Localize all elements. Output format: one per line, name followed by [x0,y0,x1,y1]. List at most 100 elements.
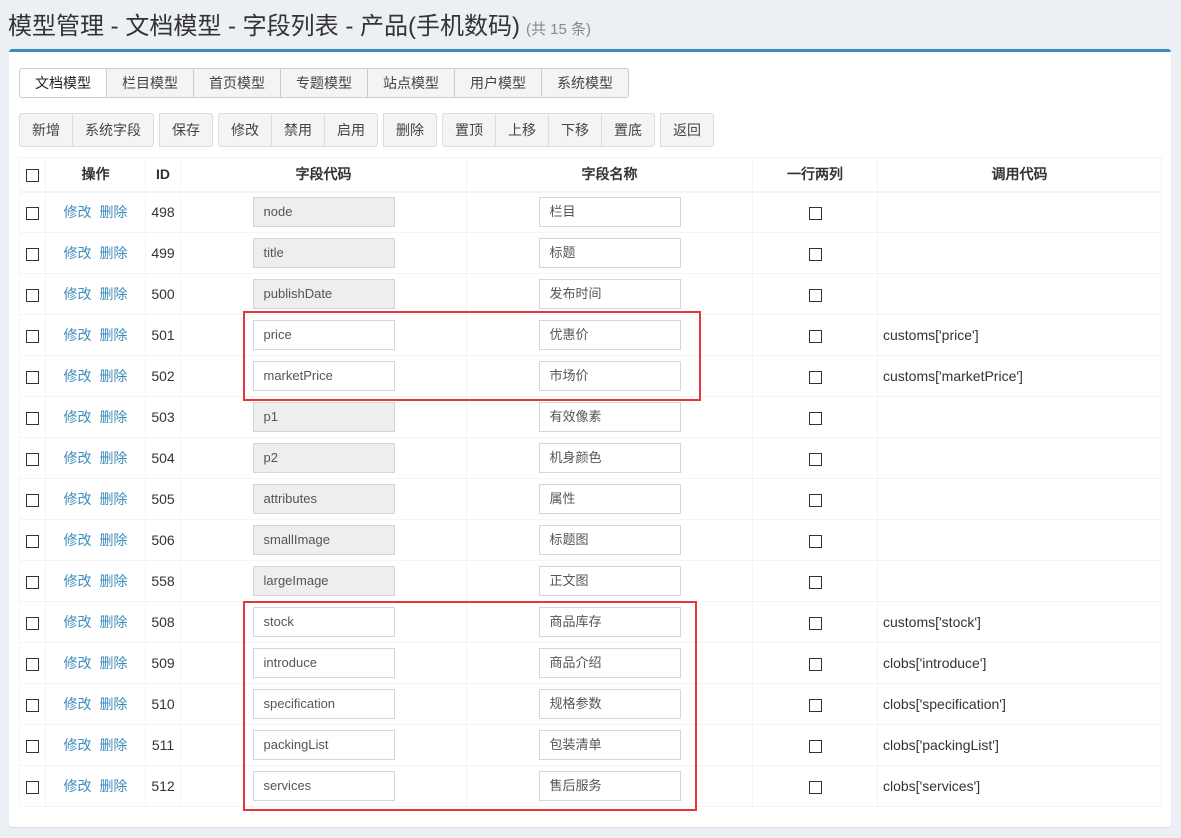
double-column-checkbox[interactable] [808,452,822,466]
field-name-input[interactable]: 属性 [538,484,681,514]
field-name-input[interactable]: 优惠价 [538,320,681,350]
delete-link[interactable]: 删除 [99,573,127,589]
field-code-input[interactable]: packingList [252,730,395,760]
edit-link[interactable]: 修改 [64,655,92,671]
row-checkbox[interactable] [26,207,39,221]
tab-0[interactable]: 文档模型 [19,68,107,98]
delete-link[interactable]: 删除 [99,532,127,548]
double-column-checkbox[interactable] [808,411,822,425]
tab-6[interactable]: 系统模型 [541,68,629,98]
field-code-input[interactable]: introduce [252,648,395,678]
delete-link[interactable]: 删除 [99,737,127,753]
field-name-input[interactable]: 包装清单 [538,730,681,760]
delete-link[interactable]: 删除 [99,409,127,425]
select-all-checkbox[interactable] [26,169,39,183]
edit-link[interactable]: 修改 [64,573,92,589]
field-name-input[interactable]: 发布时间 [538,279,681,309]
double-column-checkbox[interactable] [808,534,822,548]
row-checkbox[interactable] [26,534,39,548]
row-checkbox[interactable] [26,370,39,384]
tab-3[interactable]: 专题模型 [280,68,368,98]
double-column-checkbox[interactable] [808,329,822,343]
edit-link[interactable]: 修改 [64,491,92,507]
edit-link[interactable]: 修改 [64,368,92,384]
delete-link[interactable]: 删除 [99,204,127,220]
disable-button[interactable]: 禁用 [271,113,325,147]
move-down-button[interactable]: 下移 [548,113,602,147]
field-name-input[interactable]: 栏目 [538,197,681,228]
field-name-input[interactable]: 有效像素 [538,402,681,432]
field-name-input[interactable]: 售后服务 [538,771,681,801]
row-checkbox[interactable] [26,493,39,507]
row-checkbox[interactable] [26,698,39,712]
move-top-button[interactable]: 置顶 [442,113,496,147]
field-code-input[interactable]: services [252,771,395,801]
back-button[interactable]: 返回 [660,113,714,147]
edit-link[interactable]: 修改 [64,204,92,220]
edit-link[interactable]: 修改 [64,737,92,753]
row-checkbox[interactable] [26,288,39,302]
delete-link[interactable]: 删除 [99,368,127,384]
row-checkbox[interactable] [26,657,39,671]
delete-link[interactable]: 删除 [99,450,127,466]
row-checkbox[interactable] [26,452,39,466]
edit-link[interactable]: 修改 [64,450,92,466]
delete-link[interactable]: 删除 [99,655,127,671]
tab-1[interactable]: 栏目模型 [106,68,194,98]
edit-button[interactable]: 修改 [218,113,272,147]
edit-link[interactable]: 修改 [64,245,92,261]
row-checkbox[interactable] [26,411,39,425]
edit-link[interactable]: 修改 [64,532,92,548]
double-column-checkbox[interactable] [808,780,822,794]
field-name-input[interactable]: 规格参数 [538,689,681,719]
field-name-input[interactable]: 商品介绍 [538,648,681,678]
row-checkbox[interactable] [26,247,39,261]
double-column-checkbox[interactable] [808,207,822,221]
double-column-checkbox[interactable] [808,575,822,589]
edit-link[interactable]: 修改 [64,696,92,712]
row-checkbox[interactable] [26,329,39,343]
row-checkbox[interactable] [26,616,39,630]
delete-link[interactable]: 删除 [99,778,127,794]
field-code-input[interactable]: price [252,320,395,350]
double-column-checkbox[interactable] [808,657,822,671]
delete-link[interactable]: 删除 [99,327,127,343]
edit-link[interactable]: 修改 [64,614,92,630]
double-column-checkbox[interactable] [808,247,822,261]
field-name-input[interactable]: 机身颜色 [538,443,681,473]
delete-link[interactable]: 删除 [99,491,127,507]
add-button[interactable]: 新增 [19,113,73,147]
delete-link[interactable]: 删除 [99,696,127,712]
save-button[interactable]: 保存 [159,113,213,147]
double-column-checkbox[interactable] [808,616,822,630]
edit-link[interactable]: 修改 [64,409,92,425]
delete-link[interactable]: 删除 [99,614,127,630]
row-checkbox[interactable] [26,739,39,753]
field-name-input[interactable]: 市场价 [538,361,681,391]
enable-button[interactable]: 启用 [324,113,378,147]
double-column-checkbox[interactable] [808,698,822,712]
field-code-input[interactable]: stock [252,607,395,637]
row-checkbox[interactable] [26,780,39,794]
field-name-input[interactable]: 商品库存 [538,607,681,637]
field-code-input[interactable]: marketPrice [252,361,395,391]
field-name-input[interactable]: 标题 [538,238,681,268]
field-code-input[interactable]: specification [252,689,395,719]
move-bottom-button[interactable]: 置底 [601,113,655,147]
edit-link[interactable]: 修改 [64,778,92,794]
field-name-input[interactable]: 正文图 [538,566,681,596]
edit-link[interactable]: 修改 [64,327,92,343]
double-column-checkbox[interactable] [808,370,822,384]
delete-link[interactable]: 删除 [99,245,127,261]
system-fields-button[interactable]: 系统字段 [72,113,154,147]
double-column-checkbox[interactable] [808,288,822,302]
tab-4[interactable]: 站点模型 [367,68,455,98]
field-name-input[interactable]: 标题图 [538,525,681,555]
move-up-button[interactable]: 上移 [495,113,549,147]
delete-button[interactable]: 删除 [383,113,437,147]
tab-5[interactable]: 用户模型 [454,68,542,98]
delete-link[interactable]: 删除 [99,286,127,302]
double-column-checkbox[interactable] [808,493,822,507]
double-column-checkbox[interactable] [808,739,822,753]
edit-link[interactable]: 修改 [64,286,92,302]
